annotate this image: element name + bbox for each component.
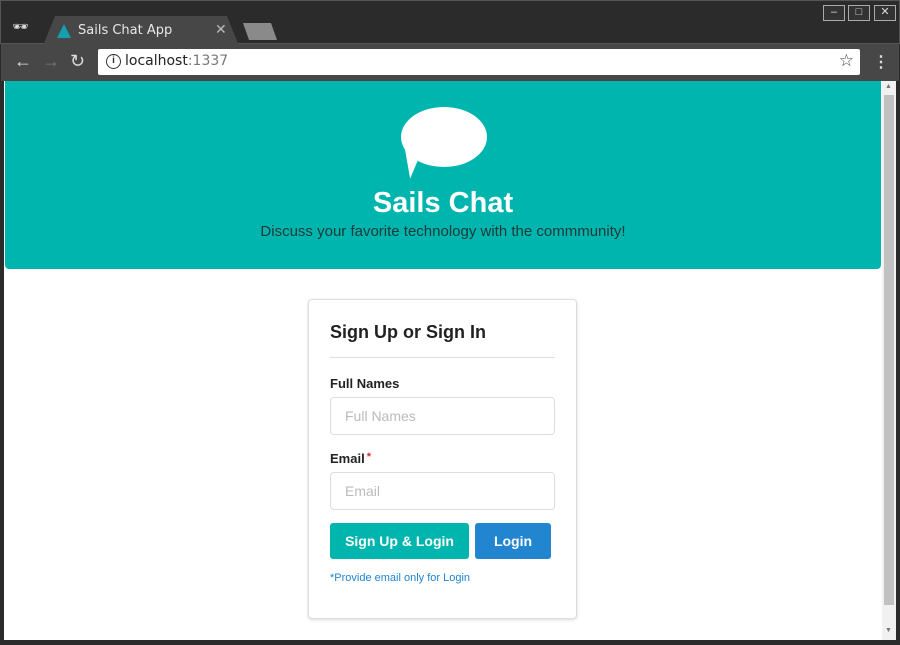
email-input[interactable] [330,472,555,510]
divider [330,357,555,358]
bookmark-star-icon[interactable]: ☆ [839,51,854,71]
scroll-up-icon[interactable]: ▲ [885,83,892,90]
sails-favicon-icon [57,24,71,38]
title-bar: 🕶 Sails Chat App ✕ – □ ✕ [0,0,900,46]
required-mark: * [366,451,371,463]
browser-toolbar: ← → ↻ i localhost:1337 ☆ ⋮ [1,44,899,81]
maximize-button[interactable]: □ [848,5,870,21]
full-names-input[interactable] [330,397,555,435]
scrollbar[interactable]: ▲ ▼ [882,81,896,640]
url-text: localhost:1337 [125,53,229,69]
login-note: *Provide email only for Login [330,572,471,584]
info-icon[interactable]: i [106,54,121,69]
close-window-button[interactable]: ✕ [874,5,896,21]
hero-subtitle: Discuss your favorite technology with th… [260,223,626,240]
full-names-label: Full Names [330,376,400,391]
scroll-down-icon[interactable]: ▼ [885,627,892,634]
chat-bubble-icon [401,107,487,167]
minimize-button[interactable]: – [823,5,845,21]
signup-login-button[interactable]: Sign Up & Login [330,523,469,559]
reload-icon[interactable]: ↻ [70,51,85,72]
tab-title: Sails Chat App [78,23,173,38]
signin-card: Sign Up or Sign In Full Names Email* Sig… [308,299,577,619]
page-content: Sails Chat Discuss your favorite technol… [4,81,882,640]
hero-banner: Sails Chat Discuss your favorite technol… [5,81,881,269]
forward-icon[interactable]: → [42,51,60,72]
scrollbar-thumb[interactable] [884,95,894,605]
login-button[interactable]: Login [475,523,551,559]
email-label: Email * [330,451,371,466]
incognito-icon: 🕶 [12,19,29,34]
menu-icon[interactable]: ⋮ [873,52,889,72]
hero-title: Sails Chat [372,187,514,219]
new-tab-button[interactable] [243,23,277,40]
back-icon[interactable]: ← [14,51,32,72]
browser-tab[interactable]: Sails Chat App ✕ [43,16,239,46]
address-bar[interactable]: i localhost:1337 ☆ [98,49,860,75]
tab-close-icon[interactable]: ✕ [215,21,227,38]
card-heading: Sign Up or Sign In [330,322,486,342]
